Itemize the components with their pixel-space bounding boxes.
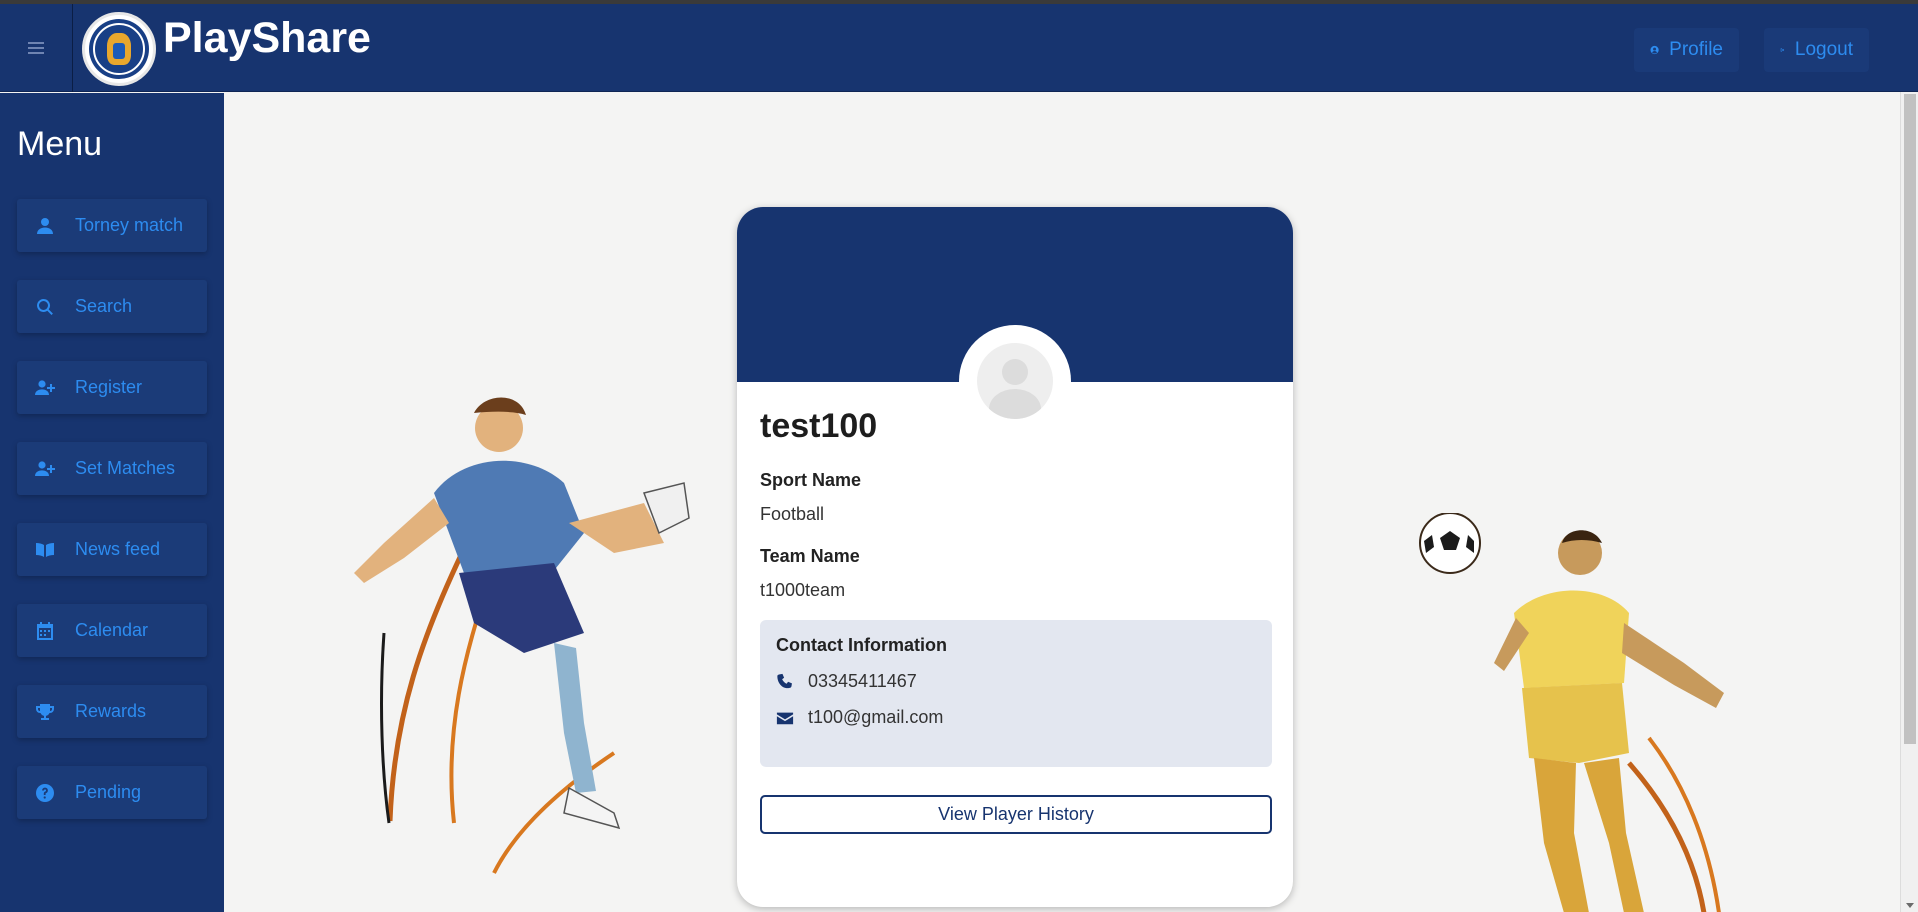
brand-title: PlayShare bbox=[163, 14, 371, 62]
contact-phone: 03345411467 bbox=[808, 671, 917, 691]
sidebar-item-label: Calendar bbox=[75, 620, 149, 640]
search-icon bbox=[37, 298, 53, 315]
main-content: test100 Sport Name Football Team Name t1… bbox=[224, 93, 1900, 912]
calendar-icon bbox=[37, 621, 53, 640]
user-plus-icon bbox=[35, 379, 55, 395]
user-icon bbox=[37, 217, 53, 234]
view-player-history-button[interactable]: View Player History bbox=[760, 795, 1272, 834]
player-profile-card: test100 Sport Name Football Team Name t1… bbox=[737, 207, 1293, 907]
envelope-icon bbox=[776, 712, 794, 724]
contact-phone-row: 03345411467 bbox=[776, 671, 917, 692]
football-player-illustration-left bbox=[354, 397, 690, 874]
team-name-label: Team Name bbox=[760, 546, 860, 566]
playshare-logo bbox=[82, 12, 156, 86]
sport-name-value: Football bbox=[760, 504, 825, 524]
sidebar-item-set-matches[interactable]: Set Matches bbox=[17, 442, 207, 495]
contact-information-title: Contact Information bbox=[776, 635, 947, 655]
sidebar-item-news-feed[interactable]: News feed bbox=[17, 523, 207, 576]
contact-email: t100@gmail.com bbox=[808, 707, 944, 727]
sign-out-icon bbox=[1780, 48, 1785, 52]
sidebar-item-label: Rewards bbox=[75, 701, 147, 721]
sport-name-label: Sport Name bbox=[760, 470, 862, 490]
scroll-down-arrow-icon[interactable] bbox=[1906, 903, 1914, 908]
sidebar-item-torney-match[interactable]: Torney match bbox=[17, 199, 207, 252]
avatar bbox=[959, 325, 1071, 437]
sidebar-item-calendar[interactable]: Calendar bbox=[17, 604, 207, 657]
sidebar-title: Menu bbox=[17, 125, 103, 163]
sidebar-item-label: News feed bbox=[75, 539, 161, 559]
default-avatar-icon bbox=[977, 343, 1053, 419]
contact-information-panel: Contact Information 03345411467 t100@gma… bbox=[760, 620, 1272, 767]
hamburger-icon[interactable] bbox=[0, 4, 73, 92]
profile-label: Profile bbox=[1669, 39, 1723, 60]
logout-button[interactable]: Logout bbox=[1764, 28, 1869, 72]
user-plus-icon bbox=[35, 460, 55, 476]
sidebar-item-label: Register bbox=[75, 377, 143, 397]
page-scrollbar[interactable] bbox=[1900, 92, 1918, 912]
sidebar-item-label: Pending bbox=[75, 782, 142, 802]
phone-icon bbox=[777, 673, 792, 688]
sidebar-item-label: Set Matches bbox=[75, 458, 176, 478]
sidebar: Menu Torney match Search Register Set Ma… bbox=[0, 93, 224, 912]
sidebar-item-rewards[interactable]: Rewards bbox=[17, 685, 207, 738]
logout-label: Logout bbox=[1794, 39, 1853, 60]
team-name-value: t1000team bbox=[760, 580, 846, 600]
profile-button[interactable]: Profile bbox=[1634, 28, 1739, 72]
trophy-icon bbox=[36, 703, 54, 720]
sidebar-item-label: Torney match bbox=[75, 215, 184, 235]
sidebar-item-pending[interactable]: Pending bbox=[17, 766, 207, 819]
sidebar-item-label: Search bbox=[75, 296, 133, 316]
player-username: test100 bbox=[760, 407, 878, 445]
contact-email-row: t100@gmail.com bbox=[776, 707, 943, 728]
football-player-illustration-right bbox=[1419, 513, 1724, 912]
user-circle-icon bbox=[1650, 45, 1659, 55]
scrollbar-thumb[interactable] bbox=[1904, 94, 1916, 744]
sidebar-item-search[interactable]: Search bbox=[17, 280, 207, 333]
question-circle-icon bbox=[36, 783, 54, 802]
sidebar-item-register[interactable]: Register bbox=[17, 361, 207, 414]
book-open-icon bbox=[36, 542, 54, 557]
top-navbar: PlayShare Profile Logout bbox=[0, 4, 1918, 92]
